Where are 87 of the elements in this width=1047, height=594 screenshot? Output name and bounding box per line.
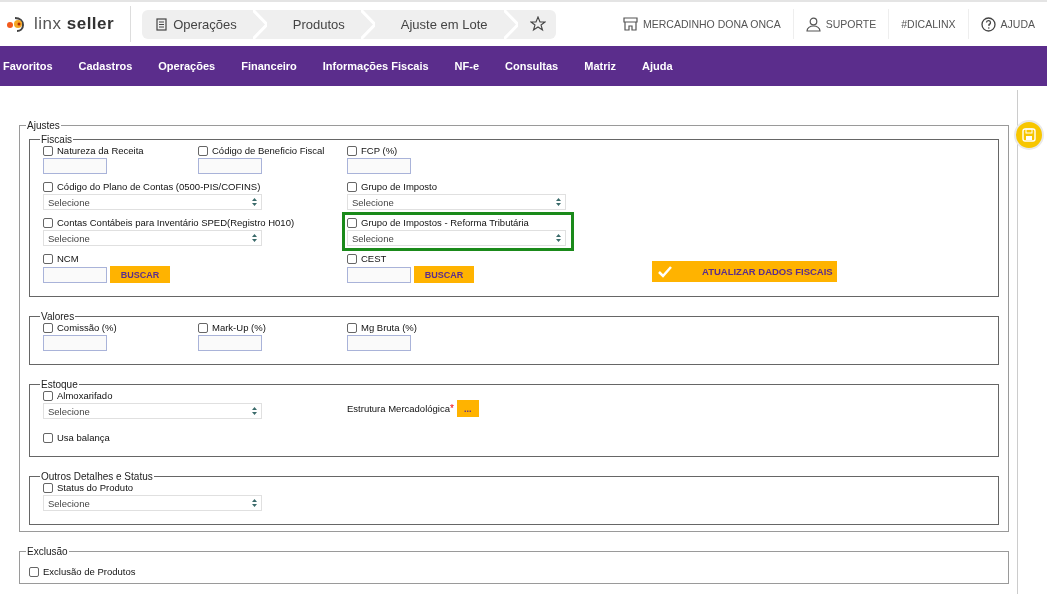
store-icon xyxy=(623,17,638,31)
header-link[interactable]: AJUDA xyxy=(967,9,1047,39)
menu-item[interactable]: Operações xyxy=(158,60,216,72)
updown-icon xyxy=(556,198,561,206)
select-field[interactable]: Selecione xyxy=(347,230,566,246)
updown-icon xyxy=(556,234,561,242)
checkbox[interactable] xyxy=(198,145,208,156)
field-label: FCP (%) xyxy=(361,145,398,156)
field-label: NCM xyxy=(57,253,79,264)
field-label: Natureza da Receita xyxy=(57,145,144,156)
field-label: Grupo de Imposto xyxy=(361,181,438,192)
checkbox[interactable] xyxy=(43,482,53,493)
select-field[interactable]: Selecione xyxy=(43,495,262,511)
group-legend: Estoque xyxy=(40,379,79,390)
field-label: Estrutura Mercadológica* xyxy=(347,403,454,414)
check-icon xyxy=(658,265,672,278)
breadcrumb-link[interactable]: Operações xyxy=(142,9,253,39)
section-legend: Exclusão xyxy=(26,546,69,557)
field-label: Exclusão de Produtos xyxy=(43,566,136,577)
menu-item[interactable]: Consultas xyxy=(505,60,559,72)
select-field[interactable]: Selecione xyxy=(347,194,566,210)
breadcrumb-link[interactable]: Produtos xyxy=(266,9,361,39)
field-label: Grupo de Impostos - Reforma Tributária xyxy=(361,217,529,228)
updown-icon xyxy=(252,198,257,206)
text-field[interactable] xyxy=(347,335,411,351)
field-label: Mg Bruta (%) xyxy=(361,322,417,333)
header-link[interactable]: SUPORTE xyxy=(792,9,889,39)
breadcrumb-link[interactable]: Ajuste em Lote xyxy=(374,9,504,39)
star-icon[interactable] xyxy=(529,16,546,32)
checkbox[interactable] xyxy=(347,253,357,264)
checkbox[interactable] xyxy=(43,181,53,192)
user-icon xyxy=(805,16,821,32)
field-label: Mark-Up (%) xyxy=(212,322,266,333)
menu-item[interactable]: Financeiro xyxy=(241,60,297,72)
menu-item[interactable]: NF-e xyxy=(454,60,480,72)
text-field[interactable] xyxy=(347,266,411,283)
clipboard-icon xyxy=(156,17,168,31)
checkbox[interactable] xyxy=(29,566,39,577)
field-label: Contas Contábeis para Inventário SPED(Registro H010) xyxy=(57,217,295,228)
checkbox[interactable] xyxy=(43,217,53,228)
field-label: Status do Produto xyxy=(57,482,134,493)
checkbox[interactable] xyxy=(43,253,53,264)
select-field[interactable]: Selecione xyxy=(43,194,262,210)
checkbox[interactable] xyxy=(347,217,357,228)
save-icon xyxy=(1022,128,1036,142)
updown-icon xyxy=(252,407,257,415)
menu-item[interactable]: Informações Fiscais xyxy=(322,60,429,72)
checkbox[interactable] xyxy=(347,322,357,333)
field-label: Comissão (%) xyxy=(57,322,117,333)
text-field[interactable] xyxy=(347,158,411,174)
text-field[interactable] xyxy=(43,266,107,283)
help-icon xyxy=(980,16,996,32)
checkbox[interactable] xyxy=(347,181,357,192)
picker-button[interactable]: ... xyxy=(456,400,479,417)
field-label: Código do Plano de Contas (0500-PIS/COFINS) xyxy=(57,181,261,192)
text-field[interactable] xyxy=(43,158,107,174)
header-link[interactable]: MERCADINHO DONA ONCA xyxy=(611,9,793,39)
updown-icon xyxy=(252,499,257,507)
header-link[interactable]: #DICALINX xyxy=(888,9,968,39)
select-field[interactable]: Selecione xyxy=(43,403,262,419)
text-field[interactable] xyxy=(198,158,262,174)
checkbox[interactable] xyxy=(43,390,53,401)
section-legend: Ajustes xyxy=(26,120,61,131)
field-label: Almoxarifado xyxy=(57,390,113,401)
checkbox[interactable] xyxy=(43,145,53,156)
menu-item[interactable]: Matriz xyxy=(584,60,616,72)
checkbox[interactable] xyxy=(43,432,53,443)
text-field[interactable] xyxy=(43,335,107,351)
select-field[interactable]: Selecione xyxy=(43,230,262,246)
text-field[interactable] xyxy=(198,335,262,351)
checkbox[interactable] xyxy=(198,322,208,333)
field-label: Usa balança xyxy=(57,432,110,443)
menu-item[interactable]: Cadastros xyxy=(78,60,133,72)
checkbox[interactable] xyxy=(347,145,357,156)
field-label: Código de Beneficio Fiscal xyxy=(212,145,325,156)
menu-item[interactable]: Favoritos xyxy=(1,60,53,72)
group-legend: Valores xyxy=(40,311,76,322)
update-button[interactable]: ATUALIZAR DADOS FISCAIS xyxy=(652,261,837,282)
checkbox[interactable] xyxy=(43,322,53,333)
logo-text: linx seller xyxy=(34,14,115,34)
group-legend: Fiscais xyxy=(40,134,74,145)
field-label: CEST xyxy=(361,253,387,264)
group-legend: Outros Detalhes e Status xyxy=(40,471,154,482)
search-button[interactable]: BUSCAR xyxy=(414,266,474,283)
updown-icon xyxy=(252,234,257,242)
menu-item[interactable]: Ajuda xyxy=(642,60,673,72)
search-button[interactable]: BUSCAR xyxy=(110,266,170,283)
